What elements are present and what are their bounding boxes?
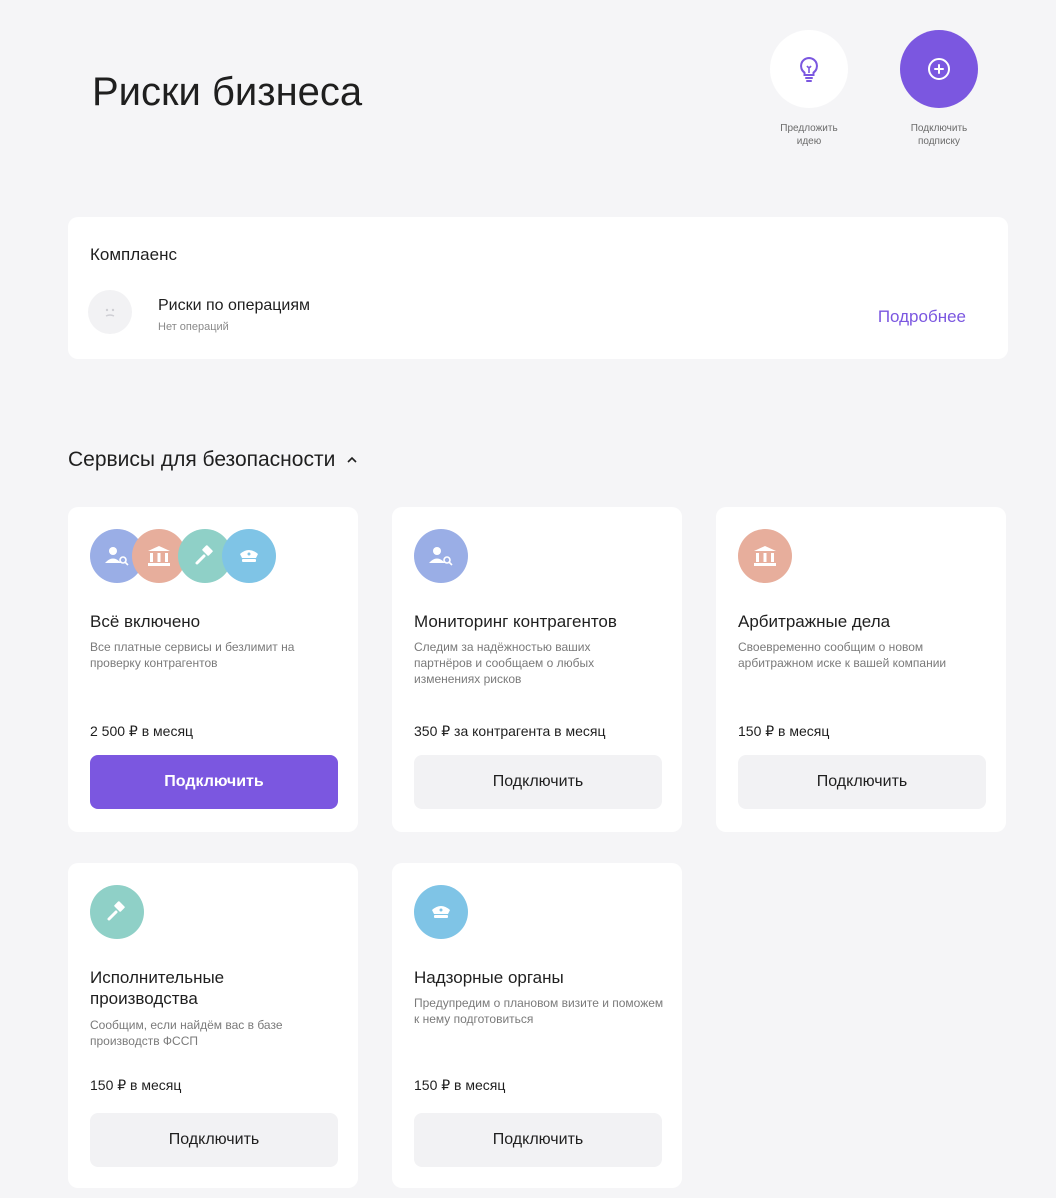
inspector-cap-icon bbox=[222, 529, 276, 583]
operations-risk-title: Риски по операциям bbox=[158, 297, 311, 314]
service-price: 150 ₽ в месяц bbox=[738, 723, 830, 739]
service-price: 2 500 ₽ в месяц bbox=[90, 723, 194, 739]
service-title: Арбитражные дела bbox=[738, 612, 891, 631]
connect-button[interactable]: Подключить bbox=[90, 1113, 338, 1167]
compliance-heading: Комплаенс bbox=[90, 245, 177, 264]
smiley-icon bbox=[105, 308, 115, 317]
connect-button[interactable]: Подключить bbox=[738, 755, 986, 809]
service-price: 150 ₽ в месяц bbox=[414, 1077, 506, 1093]
connect-button[interactable]: Подключить bbox=[90, 755, 338, 809]
service-card-enforcement: Исполнительные производства Сообщим, есл… bbox=[68, 863, 358, 1188]
connect-button[interactable]: Подключить bbox=[414, 755, 662, 809]
compliance-panel: Комплаенс Риски по операциям Нет операци… bbox=[68, 217, 1008, 359]
service-description: Следим за надёжностью ваших партнёров и … bbox=[414, 640, 595, 686]
inspector-cap-icon bbox=[414, 885, 468, 939]
service-card-counterparty-monitoring: Мониторинг контрагентов Следим за надёжн… bbox=[392, 507, 682, 832]
service-card-all-inclusive: Всё включено Все платные сервисы и безли… bbox=[68, 507, 358, 832]
court-building-icon bbox=[738, 529, 792, 583]
services-title-text: Сервисы для безопасности bbox=[68, 448, 336, 471]
service-card-arbitration: Арбитражные дела Своевременно сообщим о … bbox=[716, 507, 1006, 832]
operations-icon bbox=[88, 290, 132, 334]
service-title: Надзорные органы bbox=[414, 968, 564, 987]
service-title: Всё включено bbox=[90, 612, 201, 631]
chevron-up-icon[interactable] bbox=[345, 455, 359, 465]
gavel-icon bbox=[90, 885, 144, 939]
connect-button[interactable]: Подключить bbox=[414, 1113, 662, 1167]
user-search-icon bbox=[414, 529, 468, 583]
lightbulb-icon bbox=[800, 56, 818, 82]
service-description: Своевременно сообщим о новом арбитражном… bbox=[738, 640, 947, 670]
operations-risk-subtitle: Нет операций bbox=[158, 321, 229, 333]
subscribe-circle bbox=[900, 30, 978, 108]
suggest-idea-button[interactable]: Предложить идею bbox=[754, 30, 864, 148]
subscribe-button[interactable]: Подключить подписку bbox=[884, 30, 994, 148]
service-title: Исполнительные производства bbox=[90, 968, 225, 1008]
plus-circle-icon bbox=[928, 58, 950, 80]
suggest-idea-label: Предложить идею bbox=[780, 123, 838, 147]
more-link[interactable]: Подробнее bbox=[878, 307, 966, 327]
service-price: 350 ₽ за контрагента в месяц bbox=[414, 723, 606, 739]
page-title: Риски бизнеса bbox=[92, 70, 363, 114]
service-description: Все платные сервисы и безлимит на провер… bbox=[90, 640, 295, 670]
service-card-supervisory: Надзорные органы Предупредим о плановом … bbox=[392, 863, 682, 1188]
service-title: Мониторинг контрагентов bbox=[414, 612, 617, 631]
services-section-title: Сервисы для безопасности bbox=[68, 448, 359, 472]
service-price: 150 ₽ в месяц bbox=[90, 1077, 182, 1093]
suggest-idea-circle bbox=[770, 30, 848, 108]
service-description: Предупредим о плановом визите и поможем … bbox=[414, 996, 664, 1026]
subscribe-label: Подключить подписку bbox=[910, 123, 968, 147]
service-description: Сообщим, если найдём вас в базе производ… bbox=[90, 1018, 283, 1048]
